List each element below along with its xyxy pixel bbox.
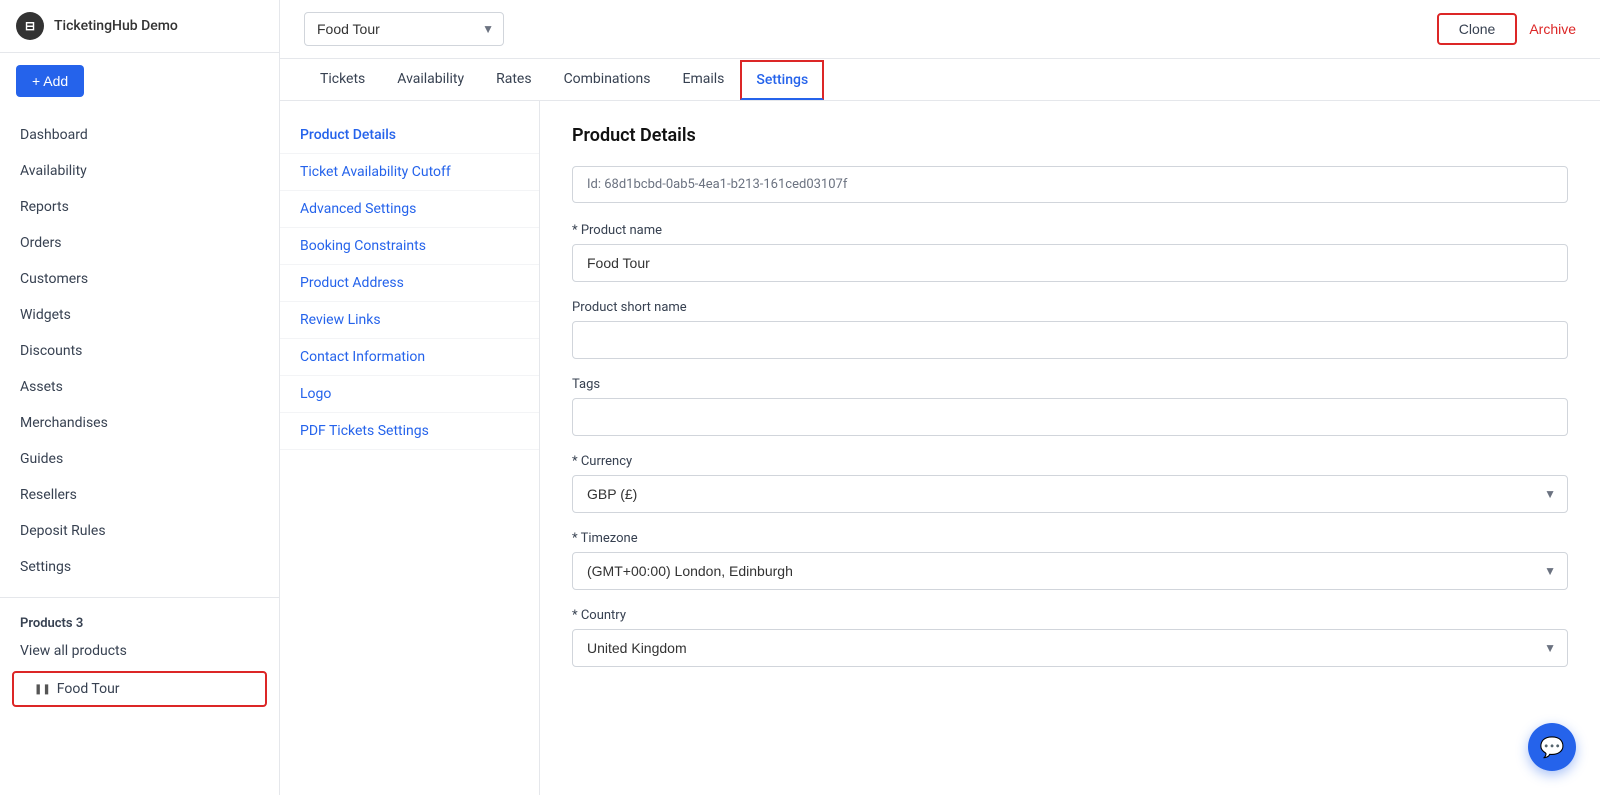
clone-button[interactable]: Clone (1437, 13, 1518, 45)
product-short-name-group: Product short name (572, 300, 1568, 359)
currency-select[interactable]: GBP (£) USD ($) EUR (€) (572, 475, 1568, 513)
chat-button[interactable]: 💬 (1528, 723, 1576, 771)
sidebar-header: ⊟ TicketingHub Demo (0, 0, 279, 53)
sidebar-item-settings[interactable]: Settings (0, 549, 279, 585)
sidebar-item-merchandises[interactable]: Merchandises (0, 405, 279, 441)
product-selector-wrapper: Food Tour ▼ (304, 12, 504, 46)
tab-rates[interactable]: Rates (480, 59, 547, 101)
product-name-group: * Product name (572, 223, 1568, 282)
product-select[interactable]: Food Tour (304, 12, 504, 46)
sidebar-item-resellers[interactable]: Resellers (0, 477, 279, 513)
products-section-label: Products 3 (0, 606, 279, 635)
sidebar-navigation: Dashboard Availability Reports Orders Cu… (0, 109, 279, 795)
sidebar-item-availability[interactable]: Availability (0, 153, 279, 189)
add-button[interactable]: + Add (16, 65, 84, 97)
country-label: * Country (572, 608, 1568, 623)
timezone-select[interactable]: (GMT+00:00) London, Edinburgh (GMT-05:00… (572, 552, 1568, 590)
tags-input[interactable] (572, 398, 1568, 436)
settings-nav-product-address[interactable]: Product Address (280, 265, 539, 302)
settings-nav-logo[interactable]: Logo (280, 376, 539, 413)
product-name-label: * Product name (572, 223, 1568, 238)
timezone-label: * Timezone (572, 531, 1568, 546)
tags-label: Tags (572, 377, 1568, 392)
tab-bar: Tickets Availability Rates Combinations … (280, 59, 1600, 101)
settings-navigation: Product Details Ticket Availability Cuto… (280, 101, 540, 795)
chat-icon: 💬 (1540, 735, 1565, 760)
tab-emails[interactable]: Emails (666, 59, 740, 101)
sidebar-item-dashboard[interactable]: Dashboard (0, 117, 279, 153)
tab-tickets[interactable]: Tickets (304, 59, 381, 101)
sidebar-item-orders[interactable]: Orders (0, 225, 279, 261)
product-details-form: Product Details Id: 68d1bcbd-0ab5-4ea1-b… (540, 101, 1600, 795)
sidebar-item-discounts[interactable]: Discounts (0, 333, 279, 369)
country-group: * Country United Kingdom United States F… (572, 608, 1568, 667)
settings-nav-advanced-settings[interactable]: Advanced Settings (280, 191, 539, 228)
country-select[interactable]: United Kingdom United States France (572, 629, 1568, 667)
settings-nav-contact-information[interactable]: Contact Information (280, 339, 539, 376)
tags-group: Tags (572, 377, 1568, 436)
sidebar-item-guides[interactable]: Guides (0, 441, 279, 477)
settings-nav-product-details[interactable]: Product Details (280, 117, 539, 154)
main-content: Food Tour ▼ Clone Archive Tickets Availa… (280, 0, 1600, 795)
topbar: Food Tour ▼ Clone Archive (280, 0, 1600, 59)
sidebar-item-widgets[interactable]: Widgets (0, 297, 279, 333)
settings-nav-booking-constraints[interactable]: Booking Constraints (280, 228, 539, 265)
form-title: Product Details (572, 125, 1568, 146)
currency-group: * Currency GBP (£) USD ($) EUR (€) ▼ (572, 454, 1568, 513)
product-id-field: Id: 68d1bcbd-0ab5-4ea1-b213-161ced03107f (572, 166, 1568, 203)
active-product-label: Food Tour (57, 681, 120, 697)
tab-availability[interactable]: Availability (381, 59, 480, 101)
settings-nav-review-links[interactable]: Review Links (280, 302, 539, 339)
sidebar-item-assets[interactable]: Assets (0, 369, 279, 405)
sidebar: ⊟ TicketingHub Demo + Add Dashboard Avai… (0, 0, 280, 795)
topbar-right: Clone Archive (1437, 13, 1576, 45)
topbar-left: Food Tour ▼ (304, 12, 504, 46)
product-short-name-label: Product short name (572, 300, 1568, 315)
country-select-wrapper: United Kingdom United States France ▼ (572, 629, 1568, 667)
timezone-select-wrapper: (GMT+00:00) London, Edinburgh (GMT-05:00… (572, 552, 1568, 590)
active-product-item[interactable]: ❚❚ Food Tour (12, 671, 267, 707)
sidebar-item-reports[interactable]: Reports (0, 189, 279, 225)
sidebar-item-customers[interactable]: Customers (0, 261, 279, 297)
sidebar-item-deposit-rules[interactable]: Deposit Rules (0, 513, 279, 549)
settings-nav-pdf-tickets-settings[interactable]: PDF Tickets Settings (280, 413, 539, 450)
currency-label: * Currency (572, 454, 1568, 469)
settings-nav-ticket-availability-cutoff[interactable]: Ticket Availability Cutoff (280, 154, 539, 191)
app-title: TicketingHub Demo (54, 18, 178, 34)
tab-settings[interactable]: Settings (740, 60, 824, 100)
view-all-products-link[interactable]: View all products (0, 635, 279, 667)
product-pause-icon: ❚❚ (34, 684, 51, 695)
product-name-input[interactable] (572, 244, 1568, 282)
timezone-group: * Timezone (GMT+00:00) London, Edinburgh… (572, 531, 1568, 590)
tab-combinations[interactable]: Combinations (548, 59, 667, 101)
app-logo: ⊟ (16, 12, 44, 40)
currency-select-wrapper: GBP (£) USD ($) EUR (€) ▼ (572, 475, 1568, 513)
product-short-name-input[interactable] (572, 321, 1568, 359)
content-area: Product Details Ticket Availability Cuto… (280, 101, 1600, 795)
archive-button[interactable]: Archive (1529, 21, 1576, 37)
